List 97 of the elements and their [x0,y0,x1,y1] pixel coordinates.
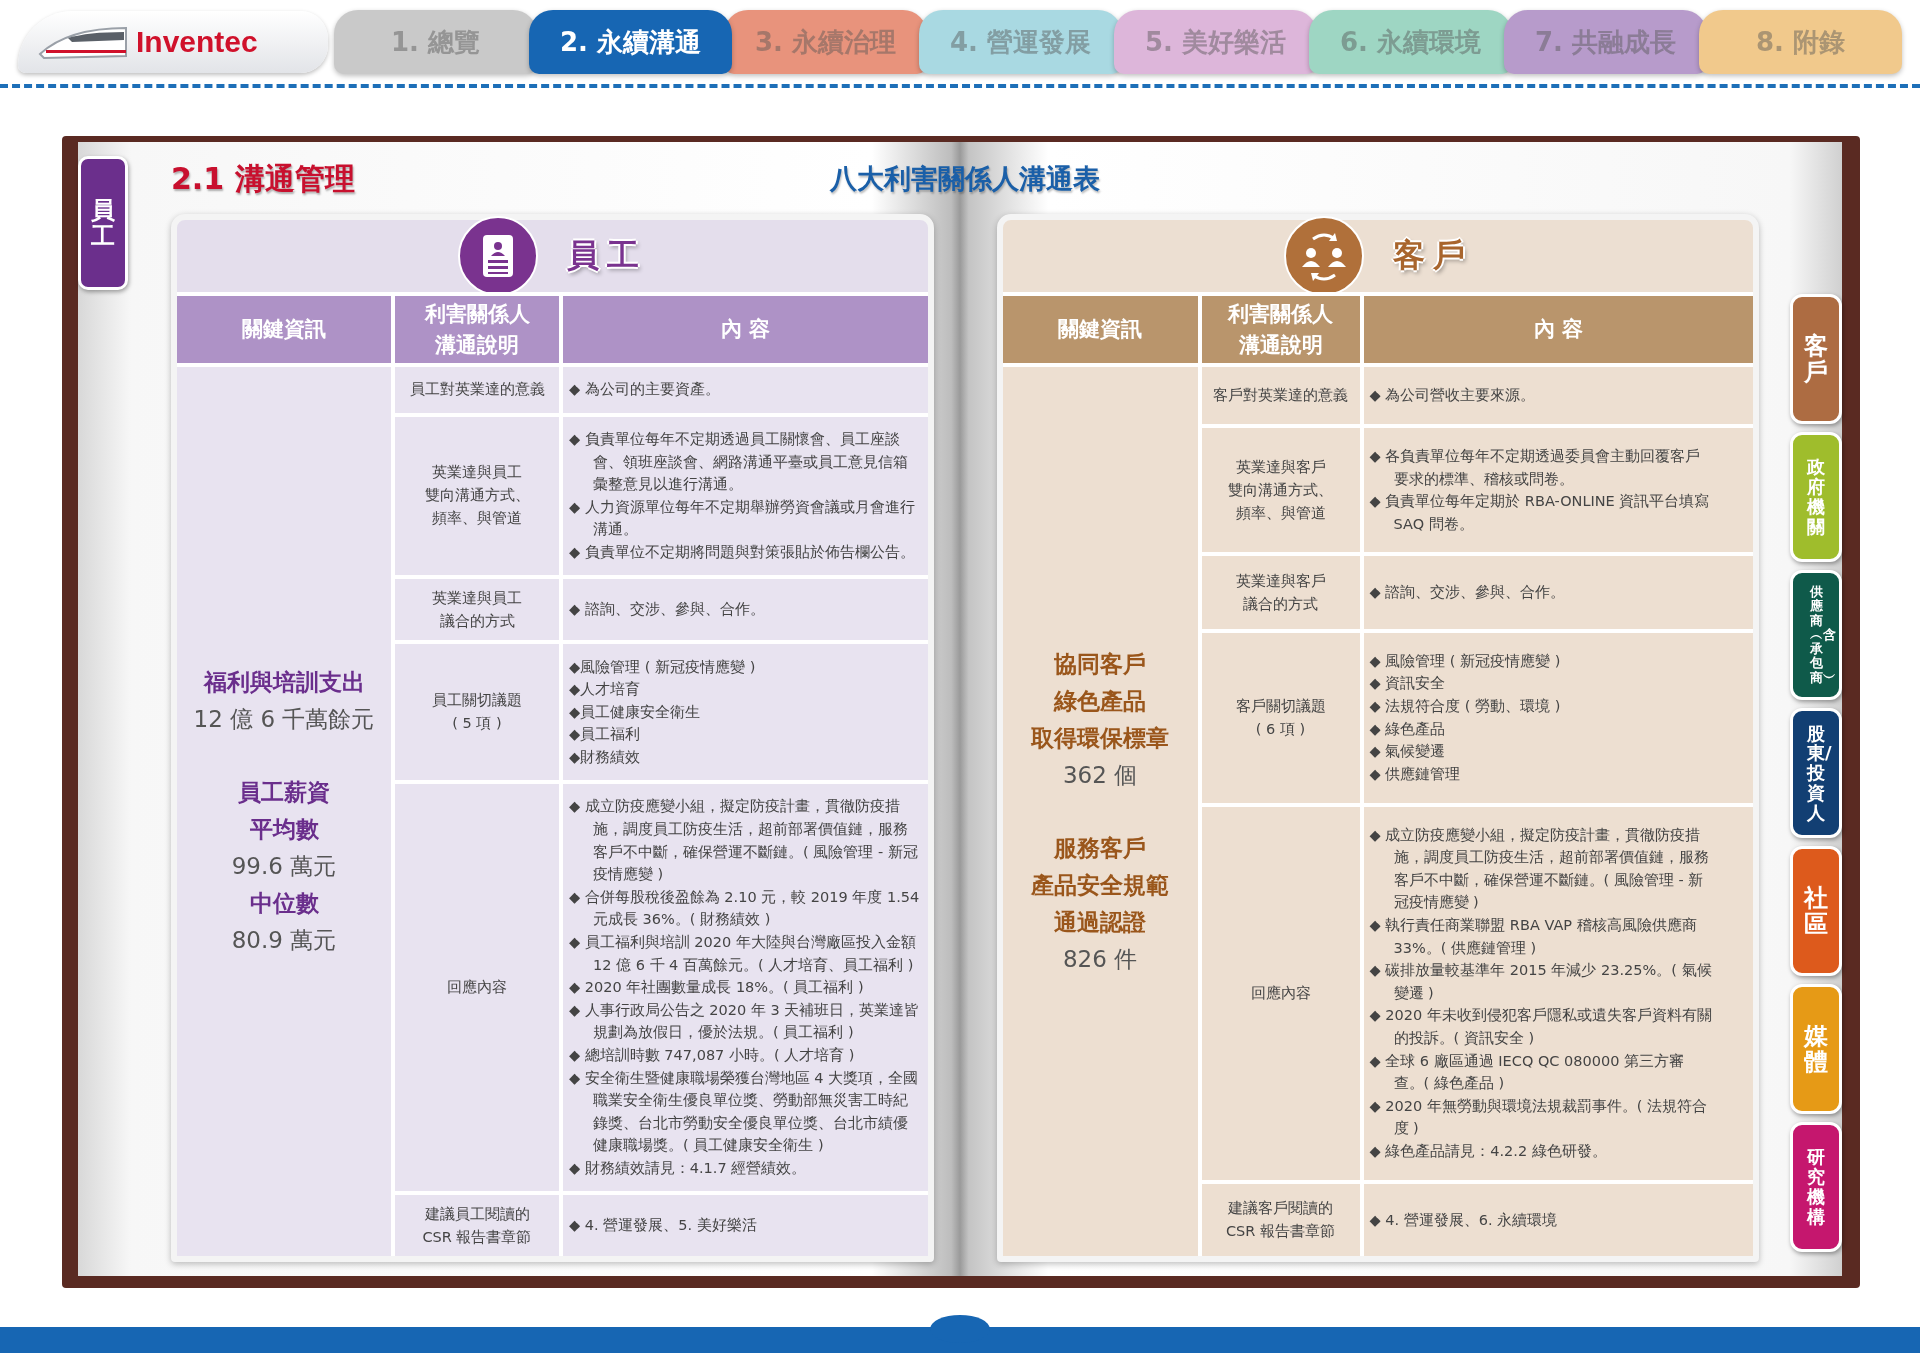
section-tab[interactable]: 研究機構 [1790,1122,1842,1252]
bullet-text: ◆員工福利 [569,725,642,745]
section-tab[interactable]: 社區 [1790,846,1842,976]
section-tab[interactable]: 供應商︵含承包商︶ [1790,570,1842,700]
bullet-text: ◆ 負責單位每年不定期透過員工關懷會、員工座談會、領班座談會、網路溝通平臺或員工意見信箱彙整意見以進行溝通。 [569,430,909,495]
topic-text: 頻率、與管道 [432,509,522,529]
section-tab[interactable]: 客戶 [1790,294,1842,424]
key-figure-label: 取得環保標章 [1031,723,1169,753]
bullet-text: ◆ 為公司的主要資產。 [569,380,721,400]
bullet-text: ◆員工健康安全衛生 [569,702,702,722]
section-tab[interactable]: 媒體 [1790,984,1842,1114]
bullet-text: ◆ 執行責任商業聯盟 RBA VAP 稽核高風險供應商 33%。( 供應鏈管理 ) [1369,916,1698,958]
bullet-text: ◆ 負責單位每年定期於 RBA-ONLINE 資訊平台填寫 SAQ 問卷。 [1369,492,1711,534]
topic-text: 英業達與客戶 [1235,457,1326,477]
bullet-text: ◆ 2020 年未收到侵犯客戶隱私或遺失客戶資料有關的投訴。( 資訊安全 ) [1369,1006,1713,1049]
topic-text: 雙向溝通方式、 [1228,480,1333,500]
column-header: 關鍵資訊 [1058,316,1142,344]
bullet-text: ◆ 成立防疫應變小組，擬定防疫計畫，貫徹防疫措施，調度員工防疫生活，超前部署價值鏈，服務客戶不中斷，確保營運不斷鏈。( 風險管理 - 新冠疫情應變 ) [1369,825,1710,913]
topic-text: 回應內容 [1250,983,1311,1003]
bullet-text: ◆ 綠色產品 [1369,719,1447,739]
column-header: 利害關係人溝通說明 [1226,301,1334,359]
topic-text: 議合的方式 [1243,594,1318,614]
bullet-text: ◆ 法規符合度 ( 勞動、環境 ) [1369,697,1562,717]
bullet-text: ◆ 各負責單位每年不定期透過委員會主動回覆客戶要求的標準、稽核或問卷。 [1369,446,1702,489]
topic-text: ( 5 項 ) [452,714,502,733]
bullet-text: ◆ 綠色產品請見：4.2.2 綠色研發。 [1369,1142,1608,1161]
bullet-text: ◆ 員工福利與培訓 2020 年大陸與台灣廠區投入金額 12 億 6 千 4 百萬餘元。( 人才培育、員工福利 ) [569,933,917,975]
bullet-text: ◆人才培育 [569,680,642,700]
key-figure-label: 員工薪資 [238,778,330,807]
column-header: 利害關係人溝通說明 [423,301,531,359]
bullet-text: ◆ 碳排放量較基準年 2015 年減少 23.25%。( 氣候變遷 ) [1369,961,1713,1003]
bullet-text: ◆ 為公司營收主要來源。 [1369,386,1537,406]
topic-text: 客戶關切議題 [1235,696,1326,716]
bullet-text: ◆ 諮詢、交涉、參與、合作。 [1369,583,1567,603]
bullet-text: ◆ 安全衛生暨健康職場榮獲台灣地區 4 大獎項，全國職業安全衛生優良單位獎、勞動部無災害工時紀錄獎、台北市勞動安全優良單位獎、台北市績優健康職場獎。( 員工健康安全衛生 ) [569,1068,920,1156]
panel-title: 員工 [567,235,648,276]
logo-text: Inventec [136,25,258,59]
nav-tab[interactable]: 2. 永續溝通 [529,10,732,74]
topic-text: 英業達與員工 [432,588,522,608]
bullet-text: ◆ 資訊安全 [1369,674,1447,694]
table-title: 八大利害關係人溝通表 [830,162,1100,196]
key-figure-value: 99.6 萬元 [231,852,337,881]
key-figure-label: 協同客戶 [1054,649,1146,679]
topic-text: 頻率、與管道 [1235,503,1326,523]
section-tab[interactable]: 員工 [78,156,128,290]
topic-text: 客戶對英業達的意義 [1213,385,1348,405]
logo[interactable]: Inventec [18,11,328,73]
key-figure-value: 826 件 [1062,944,1138,974]
topic-text: CSR 報告書章節 [1226,1221,1335,1241]
key-figure-label: 平均數 [249,815,319,844]
topic-text: CSR 報告書章節 [422,1227,532,1247]
bullet-text: ◆財務績效 [569,747,642,767]
key-figure-label: 福利與培訓支出 [203,668,365,697]
bullet-text: ◆ 風險管理 ( 新冠疫情應變 ) [1369,651,1562,671]
bullet-text: ◆ 2020 年社團數量成長 18%。( 員工福利 ) [569,978,865,998]
key-figure-value: 362 個 [1062,760,1138,790]
topic-text: 員工對英業達的意義 [409,380,545,400]
key-figure-label: 產品安全規範 [1031,870,1169,900]
key-figure-label: 服務客戶 [1054,833,1146,863]
column-header: 內 容 [720,316,770,344]
key-figure-label: 中位數 [249,889,319,918]
topic-text: 英業達與員工 [432,463,522,483]
topic-text: ( 6 項 ) [1255,719,1306,739]
topic-text: 雙向溝通方式、 [424,486,530,506]
topic-text: 回應內容 [447,978,507,997]
column-header: 內 容 [1533,316,1583,344]
section-tab[interactable]: 政府機關 [1790,432,1842,562]
topic-text: 英業達與客戶 [1235,571,1326,591]
bullet-text: ◆ 合併每股稅後盈餘為 2.10 元，較 2019 年度 1.54 元成長 36%。( 財務績效 ) [569,887,921,930]
topic-text: 建議客戶閱讀的 [1228,1198,1333,1218]
nav-tab[interactable]: 8. 附錄 [1699,10,1902,74]
bullet-text: ◆ 氣候變遷 [1369,742,1447,762]
key-figure-label: 通過認證 [1054,907,1146,937]
topic-text: 員工關切議題 [432,691,522,710]
bullet-text: ◆ 負責單位不定期將問題與對策張貼於佈告欄公告。 [569,543,916,562]
bullet-text: ◆ 諮詢、交涉、參與、合作。 [569,600,766,620]
bullet-text: ◆ 成立防疫應變小組，擬定防疫計畫，貫徹防疫措施，調度員工防疫生活，超前部署價值鏈，服務客戶不中斷，確保營運不斷鏈。( 風險管理 - 新冠疫情應變 ) [569,797,919,885]
topic-text: 建議員工閱讀的 [424,1204,530,1224]
bullet-text: ◆ 全球 6 廠區通過 IECQ QC 080000 第三方審查。( 綠色產品 ) [1369,1051,1685,1094]
key-figure-value: 12 億 6 千萬餘元 [193,705,375,734]
section-tab[interactable]: 股東/投資人 [1790,708,1842,838]
bullet-text: ◆ 4. 營運發展、6. 永續環境 [1369,1210,1559,1230]
train-nose-icon [38,24,128,60]
bullet-text: ◆ 總培訓時數 747,087 小時。( 人才培育 ) [569,1046,856,1065]
topic-text: 議合的方式 [439,611,515,631]
bullet-text: ◆風險管理 ( 新冠疫情應變 ) [569,657,757,677]
bullet-text: ◆ 人事行政局公告之 2020 年 3 天補班日，英業達皆規劃為放假日，優於法規。( 員工福利 ) [569,1000,921,1043]
bullet-text: ◆ 人力資源單位每年不定期舉辦勞資會議或月會進行溝通。 [569,497,916,540]
key-figure-value: 80.9 萬元 [231,926,337,955]
page-title: 2.1 溝通管理 [171,159,356,198]
bullet-text: ◆ 2020 年無勞動與環境法規裁罰事件。( 法規符合度 ) [1369,1096,1709,1139]
key-figure-label: 綠色產品 [1054,686,1146,716]
panel-title: 客戶 [1392,235,1473,276]
column-header: 關鍵資訊 [242,316,326,344]
bullet-text: ◆ 4. 營運發展、5. 美好樂活 [569,1216,758,1236]
bullet-text: ◆ 財務績效請見：4.1.7 經營績效。 [569,1158,808,1178]
bullet-text: ◆ 供應鏈管理 [1369,764,1462,784]
